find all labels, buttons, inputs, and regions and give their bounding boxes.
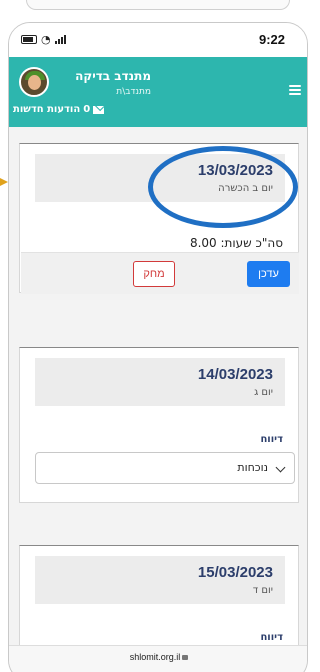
report-date: 15/03/2023 [197, 564, 273, 581]
messages-link[interactable]: הודעות חדשות 0 [13, 104, 105, 115]
status-time: 9:22 [259, 32, 286, 47]
messages-count: 0 [83, 104, 91, 115]
lock-icon [182, 655, 189, 660]
report-type-select[interactable]: נוכחות [35, 452, 295, 484]
screenshot-page: ◔ 9:22 מתנדב בדיקה מתנדב\ת הודעות חדשות … [0, 0, 316, 672]
user-name: מתנדב בדיקה [75, 69, 151, 83]
url-text: shlomit.org.il [9, 652, 307, 662]
report-date: 14/03/2023 [197, 366, 273, 383]
annotation-circle [148, 146, 298, 228]
envelope-icon [93, 105, 105, 114]
url-label: shlomit.org.il [129, 652, 181, 662]
date-box: 14/03/2023 יום ג [35, 358, 285, 406]
status-icons: ◔ [21, 33, 66, 46]
previous-frame [0, 0, 316, 18]
total-hours: סה"כ שעות: 8.00 [189, 236, 283, 250]
messages-label: הודעות חדשות [13, 104, 81, 115]
date-box: 15/03/2023 יום ד [35, 556, 285, 604]
report-label: דיווח [260, 632, 283, 643]
phone-frame: ◔ 9:22 מתנדב בדיקה מתנדב\ת הודעות חדשות … [8, 22, 308, 672]
wifi-icon: ◔ [41, 33, 51, 46]
card-actions: מחק עדכן [21, 252, 299, 294]
delete-button[interactable]: מחק [133, 261, 175, 287]
signal-icon [54, 35, 66, 44]
menu-icon[interactable] [289, 85, 301, 95]
app-header: מתנדב בדיקה מתנדב\ת הודעות חדשות 0 [9, 57, 307, 127]
report-label: דיווח [260, 434, 283, 445]
report-day: יום ד [252, 585, 273, 596]
chevron-down-icon [275, 462, 286, 473]
update-button[interactable]: עדכן [247, 261, 290, 287]
report-day: יום ג [254, 387, 273, 398]
annotation-arrow [0, 178, 8, 186]
browser-url-bar[interactable]: shlomit.org.il [9, 645, 307, 672]
avatar[interactable] [19, 67, 49, 97]
user-role: מתנדב\ת [116, 87, 151, 97]
battery-icon [21, 35, 37, 44]
report-type-value: נוכחות [237, 461, 268, 474]
report-card: 14/03/2023 יום ג דיווח נוכחות [19, 347, 299, 503]
status-bar: ◔ 9:22 [9, 23, 307, 57]
